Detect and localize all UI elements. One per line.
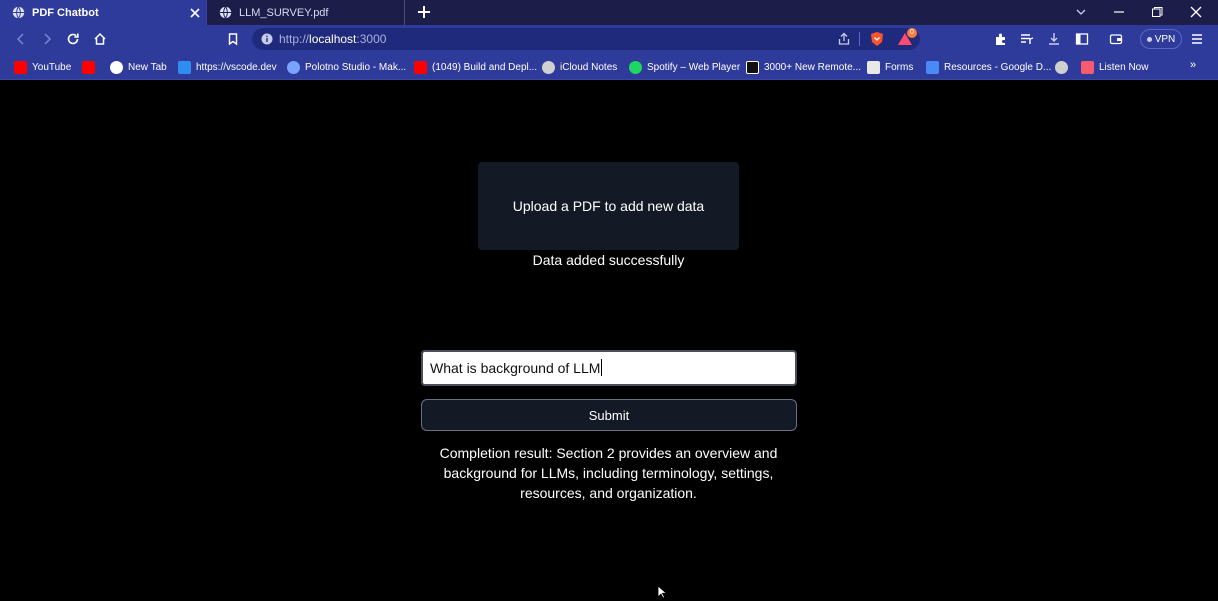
url-scheme: http://	[279, 32, 310, 46]
bookmark-label: Spotify – Web Player	[647, 61, 741, 73]
google-docs-icon	[926, 60, 939, 74]
submit-label: Submit	[588, 407, 630, 423]
bookmark-label: (1049) Build and Depl...	[432, 61, 538, 73]
url-text: http://localhost:3000	[279, 32, 386, 46]
completion-result: Completion result: Section 2 provides an…	[439, 445, 778, 501]
share-icon[interactable]	[837, 32, 851, 46]
menu-hamburger-icon[interactable]	[1190, 32, 1204, 46]
upload-status-message: Data added successfully	[532, 252, 685, 268]
bookmark-youtube[interactable]: YouTube	[14, 59, 71, 75]
reload-icon[interactable]	[66, 32, 80, 46]
bookmark-forms[interactable]: Forms	[867, 59, 913, 75]
bookmark-youtube-2[interactable]	[82, 59, 100, 75]
url-port: :3000	[356, 32, 387, 46]
submit-button[interactable]: Submit	[421, 399, 797, 431]
new-tab-plus-icon[interactable]	[416, 4, 432, 20]
youtube-icon	[82, 60, 95, 74]
tab-title: PDF Chatbot	[32, 6, 99, 19]
tab-pdf-chatbot[interactable]: PDF Chatbot	[0, 0, 207, 25]
url-host: localhost	[309, 32, 357, 46]
bookmark-label: Resources - Google D...	[944, 61, 1052, 73]
text-caret	[601, 359, 603, 376]
bookmark-listen-now[interactable]: Listen Now	[1081, 59, 1148, 75]
close-tab-icon[interactable]	[190, 7, 200, 18]
urlbar-divider	[859, 32, 860, 46]
mouse-pointer-icon	[657, 585, 667, 599]
bookmark-label: New Tab	[128, 61, 167, 73]
playlist-icon[interactable]	[1020, 32, 1034, 46]
extensions-puzzle-icon[interactable]	[994, 32, 1008, 46]
address-bar[interactable]: http://localhost:3000 0	[252, 28, 920, 50]
bookmark-google-docs[interactable]: Resources - Google D...	[926, 59, 1051, 75]
vpn-label: VPN	[1154, 33, 1176, 45]
info-icon[interactable]	[261, 33, 273, 45]
spotify-icon	[629, 60, 642, 74]
bookmark-label: https://vscode.dev	[196, 61, 277, 73]
vpn-status-dot	[1146, 36, 1152, 42]
rewards-badge: 0	[907, 28, 917, 38]
tab-search-chevron-icon[interactable]	[1074, 5, 1088, 19]
tab-strip: PDF Chatbot LLM_SURVEY.pdf	[0, 0, 1218, 25]
home-icon[interactable]	[93, 32, 107, 46]
wallet-icon[interactable]	[1109, 32, 1123, 46]
download-icon[interactable]	[1047, 32, 1061, 46]
brave-shields-icon[interactable]	[869, 31, 885, 47]
vscode-icon	[178, 60, 191, 74]
bookmark-label: Forms	[885, 61, 914, 73]
forward-icon[interactable]	[40, 32, 54, 46]
remote-jobs-icon	[746, 60, 759, 74]
close-window-icon[interactable]	[1189, 5, 1203, 19]
globe-icon	[12, 6, 25, 19]
bookmark-new-tab[interactable]: New Tab	[110, 59, 167, 75]
globe-icon	[1055, 60, 1068, 74]
forms-icon	[867, 60, 880, 74]
bookmark-spotify[interactable]: Spotify – Web Player	[629, 59, 740, 75]
back-icon[interactable]	[14, 32, 28, 46]
youtube-icon	[414, 60, 427, 74]
bookmark-icloud-notes[interactable]: iCloud Notes	[542, 59, 617, 75]
bookmark-vscode[interactable]: https://vscode.dev	[178, 59, 277, 75]
globe-icon	[219, 6, 232, 19]
upload-label: Upload a PDF to add new data	[512, 198, 705, 214]
bookmark-label: 3000+ New Remote...	[764, 61, 861, 73]
restore-icon[interactable]	[1150, 5, 1164, 19]
minimize-icon[interactable]	[1112, 5, 1126, 19]
bookmark-polotno[interactable]: Polotno Studio - Mak...	[287, 59, 406, 75]
bookmark-label: Polotno Studio - Mak...	[305, 61, 407, 73]
vpn-button[interactable]: VPN	[1140, 29, 1182, 49]
bookmark-icon[interactable]	[226, 32, 240, 46]
tab-llm-survey[interactable]: LLM_SURVEY.pdf	[207, 0, 405, 25]
question-input-value: What is background of LLM	[430, 360, 601, 376]
bookmark-remote-jobs[interactable]: 3000+ New Remote...	[746, 59, 861, 75]
bookmark-label: iCloud Notes	[560, 61, 618, 73]
browser-toolbar: http://localhost:3000 0 VPN	[0, 25, 1218, 54]
bookmark-build-deploy[interactable]: (1049) Build and Depl...	[414, 59, 537, 75]
bookmarks-bar: YouTube New Tab https://vscode.dev Polot…	[0, 54, 1218, 80]
speedometer-icon	[110, 60, 123, 74]
polotno-icon	[287, 60, 300, 74]
bookmarks-overflow-chevron-icon[interactable]: »	[1190, 59, 1196, 71]
tab-title: LLM_SURVEY.pdf	[239, 6, 329, 19]
sidebar-toggle-icon[interactable]	[1075, 32, 1089, 46]
bookmark-label: YouTube	[32, 61, 72, 73]
bookmark-label: Listen Now	[1099, 61, 1149, 73]
upload-pdf-dropzone[interactable]: Upload a PDF to add new data	[478, 162, 739, 250]
apple-icon	[542, 60, 555, 74]
youtube-icon	[14, 60, 27, 74]
bookmark-globe[interactable]	[1055, 59, 1073, 75]
question-input[interactable]: What is background of LLM	[421, 350, 797, 386]
apple-music-icon	[1081, 60, 1094, 74]
